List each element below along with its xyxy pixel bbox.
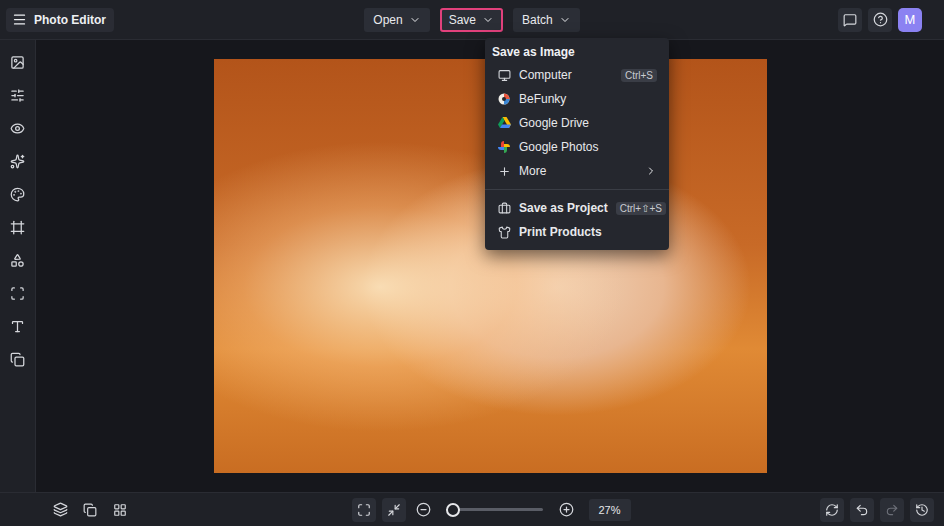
menu-button[interactable]: Batch	[513, 8, 580, 32]
duplicate-button[interactable]	[78, 498, 102, 522]
effects-icon	[10, 154, 25, 169]
actual-size-button[interactable]	[382, 498, 406, 522]
undo-icon	[855, 503, 869, 517]
sidebar-item[interactable]	[6, 314, 30, 338]
sidebar-item[interactable]	[6, 248, 30, 272]
avatar[interactable]: M	[898, 8, 922, 32]
reset-button[interactable]	[820, 498, 844, 522]
befunky-logo-icon	[498, 93, 510, 105]
grid-icon	[113, 503, 127, 517]
menu-section: Save as ImageComputerCtrl+SBeFunkyGoogle…	[485, 42, 669, 183]
google-drive-icon	[498, 117, 511, 129]
save-dropdown: Save as ImageComputerCtrl+SBeFunkyGoogle…	[485, 38, 669, 250]
zoom-thumb[interactable]	[446, 503, 460, 517]
refresh-icon	[825, 503, 839, 517]
frame-icon	[10, 220, 25, 235]
history-icon	[915, 503, 929, 517]
shortcut-badge: Ctrl+⇧+S	[616, 202, 666, 215]
layers-button[interactable]	[48, 498, 72, 522]
menu-divider	[485, 189, 669, 190]
menu-item[interactable]: Google Photos	[485, 135, 669, 159]
overlay-icon	[10, 286, 25, 301]
sidebar-item[interactable]	[6, 182, 30, 206]
help-button[interactable]	[868, 8, 892, 32]
sidebar-item[interactable]	[6, 149, 30, 173]
google-photos-icon	[498, 141, 510, 153]
sidebar-item[interactable]	[6, 83, 30, 107]
bottom-bar: 27%	[0, 492, 944, 526]
sidebar	[0, 40, 36, 492]
shortcut-badge: Ctrl+S	[621, 69, 657, 82]
palette-icon	[10, 187, 25, 202]
chevron-right-icon	[645, 165, 657, 177]
layers-icon	[10, 352, 25, 367]
layers-icon	[53, 502, 68, 517]
image-icon	[10, 55, 25, 70]
menu-item[interactable]: Save as ProjectCtrl+⇧+S	[485, 196, 669, 220]
redo-button[interactable]	[880, 498, 904, 522]
feedback-button[interactable]	[838, 8, 862, 32]
chat-icon	[843, 13, 857, 27]
plus-icon	[498, 165, 511, 178]
fit-icon	[357, 503, 371, 517]
zoom-reading[interactable]: 27%	[589, 499, 631, 521]
zoom-slider[interactable]	[448, 508, 543, 511]
shirt-icon	[498, 226, 511, 239]
menu-button[interactable]: Save	[440, 8, 503, 32]
menu-item[interactable]: ComputerCtrl+S	[485, 63, 669, 87]
eye-icon	[10, 121, 25, 136]
fit-button[interactable]	[352, 498, 376, 522]
adjust-icon	[10, 88, 25, 103]
menu-item[interactable]: More	[485, 159, 669, 183]
menu-item[interactable]: Google Drive	[485, 111, 669, 135]
hamburger-icon	[12, 12, 27, 27]
chevron-down-icon	[409, 14, 421, 26]
chevron-down-icon	[482, 14, 494, 26]
zoom-in-button[interactable]	[555, 498, 579, 522]
top-bar: Photo Editor Open Save Batch M	[0, 0, 944, 40]
shapes-icon	[10, 253, 25, 268]
menu-item[interactable]: BeFunky	[485, 87, 669, 111]
zoom-out-icon	[416, 502, 431, 517]
sidebar-item[interactable]	[6, 215, 30, 239]
redo-icon	[885, 503, 899, 517]
copy-icon	[83, 503, 97, 517]
sidebar-item[interactable]	[6, 347, 30, 371]
app-menu-button[interactable]: Photo Editor	[6, 8, 114, 32]
zoom-out-button[interactable]	[412, 498, 436, 522]
text-icon	[10, 319, 25, 334]
grid-button[interactable]	[108, 498, 132, 522]
menu-button[interactable]: Open	[364, 8, 429, 32]
sidebar-item[interactable]	[6, 281, 30, 305]
sidebar-item[interactable]	[6, 50, 30, 74]
zoom-in-icon	[559, 502, 574, 517]
photo-editor: Photo Editor Open Save Batch M 27% Save as Ima…	[0, 0, 944, 526]
history-button[interactable]	[910, 498, 934, 522]
app-title: Photo Editor	[34, 13, 106, 27]
menu-item[interactable]: Print Products	[485, 220, 669, 244]
project-icon	[498, 202, 511, 215]
menu-heading: Save as Image	[485, 42, 669, 63]
undo-button[interactable]	[850, 498, 874, 522]
shrink-icon	[387, 503, 401, 517]
help-icon	[873, 12, 888, 27]
menu-section: Save as ProjectCtrl+⇧+SPrint Products	[485, 189, 669, 244]
sidebar-item[interactable]	[6, 116, 30, 140]
chevron-down-icon	[559, 14, 571, 26]
computer-icon	[498, 69, 511, 82]
